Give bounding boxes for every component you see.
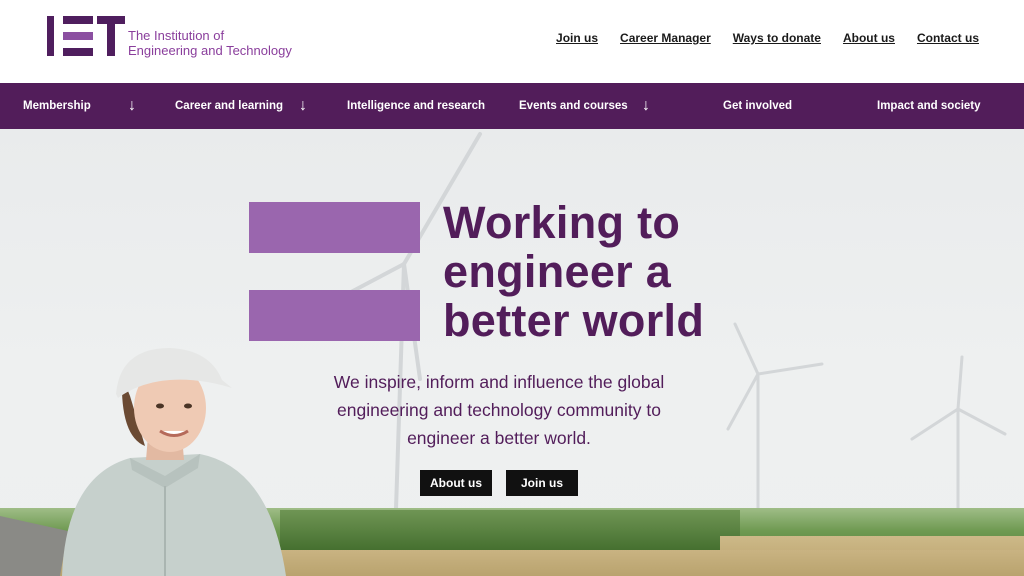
hero-bar-top	[249, 202, 420, 253]
contact-us-link[interactable]: Contact us	[917, 31, 979, 45]
hero-subtitle-line: engineering and technology community to	[337, 400, 661, 420]
career-manager-link[interactable]: Career Manager	[620, 31, 711, 45]
career-dropdown-arrow-icon[interactable]: ↓	[299, 83, 307, 129]
ways-to-donate-link[interactable]: Ways to donate	[733, 31, 821, 45]
main-nav: Membership ↓ Career and learning ↓ Intel…	[0, 83, 1024, 129]
site-header: The Institution of Engineering and Techn…	[0, 0, 1024, 82]
hero-bar-bottom	[249, 290, 420, 341]
hero-title-line: Working to	[443, 197, 681, 248]
nav-item-career-and-learning[interactable]: Career and learning	[175, 83, 283, 129]
iet-logo[interactable]: The Institution of Engineering and Techn…	[47, 16, 292, 58]
logo-text-line2: Engineering and Technology	[128, 43, 292, 58]
page: The Institution of Engineering and Techn…	[0, 0, 1024, 576]
nav-item-intelligence-and-research[interactable]: Intelligence and research	[347, 83, 485, 129]
iet-logo-mark	[47, 16, 125, 56]
nav-item-get-involved[interactable]: Get involved	[723, 83, 792, 129]
hero-title: Working to engineer a better world	[443, 198, 704, 345]
join-us-link[interactable]: Join us	[556, 31, 598, 45]
nav-item-events-and-courses[interactable]: Events and courses	[519, 83, 628, 129]
hero-title-line: engineer a	[443, 246, 672, 297]
nav-item-membership[interactable]: Membership	[23, 83, 91, 129]
about-us-button[interactable]: About us	[420, 470, 492, 496]
hero-subtitle-line: engineer a better world.	[407, 428, 591, 448]
membership-dropdown-arrow-icon[interactable]: ↓	[128, 83, 136, 129]
utility-links: Join us Career Manager Ways to donate Ab…	[534, 31, 979, 45]
hero-title-line: better world	[443, 295, 705, 346]
nav-item-impact-and-society[interactable]: Impact and society	[877, 83, 981, 129]
join-us-button[interactable]: Join us	[506, 470, 578, 496]
hero-subtitle: We inspire, inform and influence the glo…	[300, 368, 698, 452]
events-dropdown-arrow-icon[interactable]: ↓	[642, 83, 650, 129]
logo-text-line1: The Institution of	[128, 28, 225, 43]
engineer-woman-image	[0, 348, 286, 576]
about-us-link[interactable]: About us	[843, 31, 895, 45]
logo-text: The Institution of Engineering and Techn…	[128, 28, 292, 58]
hero-subtitle-line: We inspire, inform and influence the glo…	[333, 372, 665, 392]
